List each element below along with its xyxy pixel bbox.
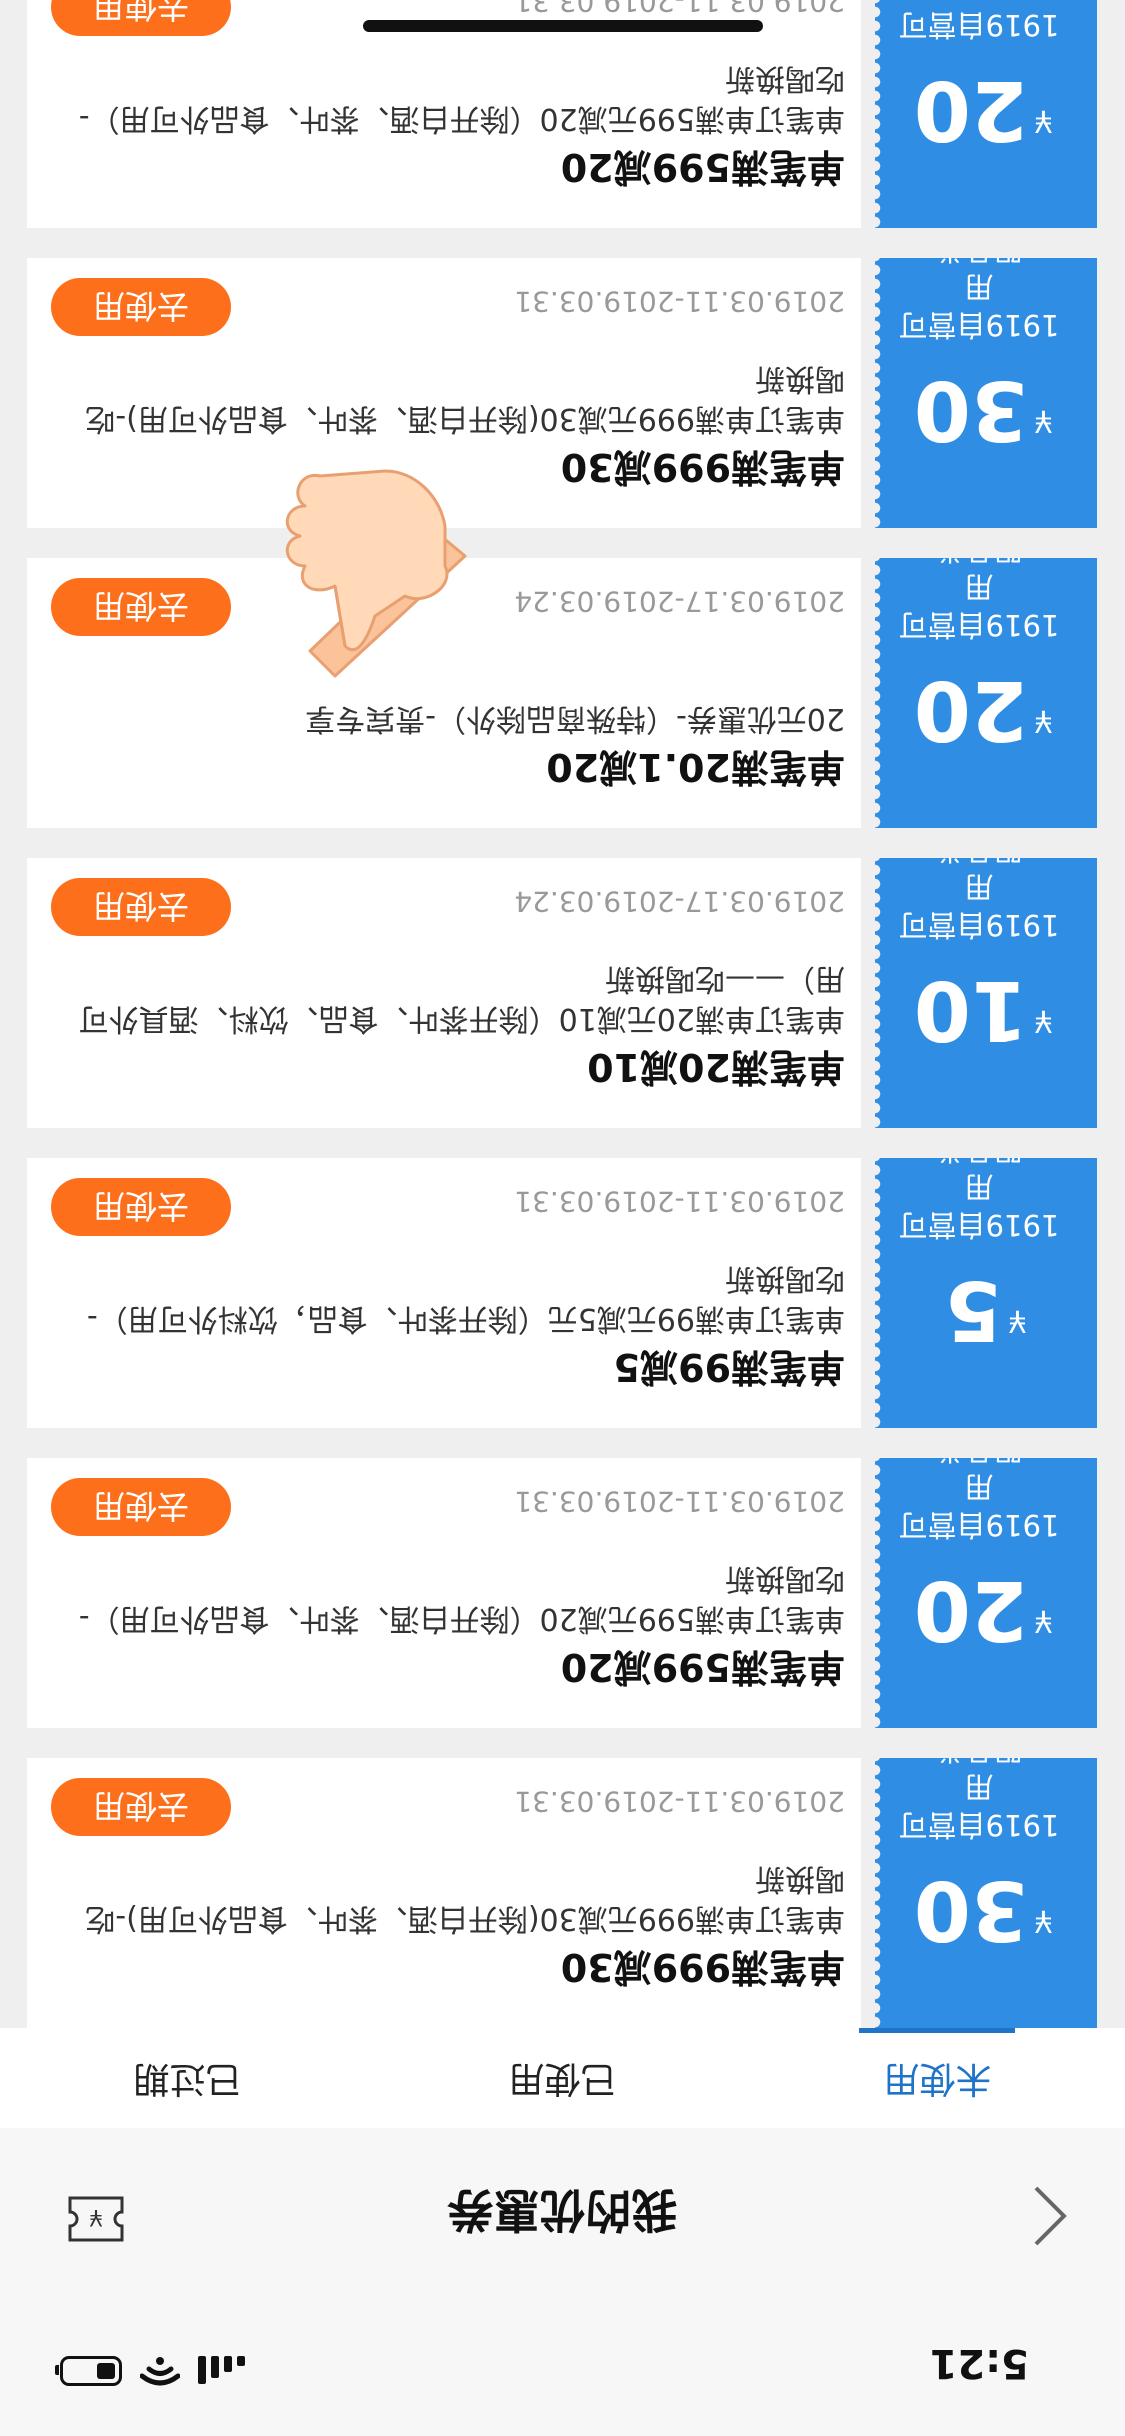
coupon-info: 单笔满599减20 单笔订单满599元减20（除开白酒、茶叶、食品外可用）-吃喝… [27, 1458, 861, 1728]
coupon-card: ¥30 1919自营可用 限品类 单笔满999减30 单笔订单满999元减30(除… [27, 1758, 1097, 2028]
coupon-scope: 1919自营可用 [898, 1770, 1060, 1842]
coupon-value-panel: ¥30 1919自营可用 限品类 [875, 1758, 1097, 2028]
coupon-value-panel: ¥20 1919自营可用 [875, 0, 1097, 228]
coupon-card: ¥20 1919自营可用 单笔满599减20 单笔订单满599元减20（除开白酒… [27, 0, 1097, 228]
coupon-info: 单笔满99减5 单笔订单满99元减5元（除开茶叶、食品，饮料外可用）-吃喝换新 … [27, 1158, 861, 1428]
coupon-category: 限品类 [889, 1158, 1069, 1168]
svg-text:¥: ¥ [89, 2204, 103, 2229]
coupon-title: 单笔满99减5 [613, 1345, 845, 1389]
coupon-category: 限品类 [889, 558, 1069, 568]
coupon-value-panel: ¥30 1919自营可用 限品类 [875, 258, 1097, 528]
status-icons [60, 2356, 245, 2386]
coupon-value-panel: ¥20 1919自营可用 限品类 [875, 558, 1097, 828]
coupon-amount: 30 [913, 362, 1028, 457]
use-coupon-button[interactable]: 去使用 [51, 1478, 231, 1536]
coupon-icon[interactable]: ¥ [66, 2192, 126, 2246]
coupon-card: ¥5 1919自营可用 限品类 单笔满99减5 单笔订单满99元减5元（除开茶叶、… [27, 1158, 1097, 1428]
coupon-info: 单笔满999减30 单笔订单满999元减30(除开白酒、茶叶、食品外可用)-吃喝… [27, 1758, 861, 2028]
coupon-amount: 30 [913, 1862, 1028, 1957]
coupon-category: 限品类 [889, 858, 1069, 868]
coupon-title: 单笔满20减10 [587, 1045, 845, 1089]
currency-symbol: ¥ [1033, 703, 1053, 738]
status-bar: 5:21 [0, 2306, 1125, 2436]
coupon-validity: 2019.03.11-2019.03.31 [514, 285, 845, 318]
coupon-card: ¥20 1919自营可用限品类 单笔满20.1减20 20元优惠券-（特殊商品除… [27, 558, 1097, 828]
coupon-value-panel: ¥10 1919自营可用 限品类 [875, 858, 1097, 1128]
tab-used[interactable]: 已使用 [375, 2028, 750, 2128]
coupon-scope: 1919自营可用 [898, 0, 1060, 42]
coupon-validity: 2019.03.11-2019.03.31 [514, 1185, 845, 1218]
screen: 5:21 我的优惠券 ¥ 未使用 已使用 已过期 ¥ 30 1919自营可用 单… [0, 0, 1125, 2436]
currency-symbol: ¥ [1033, 1003, 1053, 1038]
coupon-description: 单笔订单满599元减20（除开白酒、茶叶、食品外可用）-吃喝换新 [78, 61, 845, 136]
home-indicator [363, 20, 763, 32]
coupon-scope: 1919自营可用 [898, 1470, 1060, 1542]
currency-symbol: ¥ [1033, 403, 1053, 438]
coupon-title: 单笔满20.1减20 [546, 745, 845, 789]
currency-symbol: ¥ [1007, 1303, 1027, 1338]
tab-bar: 未使用 已使用 已过期 [0, 2028, 1125, 2128]
coupon-validity: 2019.03.17-2019.03.24 [514, 885, 845, 918]
coupon-scope: 1919自营可用 [898, 870, 1060, 942]
coupon-title: 单笔满599减20 [560, 1645, 845, 1689]
coupon-category: 限品类 [889, 258, 1069, 268]
coupon-description: 单笔订单满999元减30(除开白酒、茶叶、食品外可用)-吃喝换新 [85, 361, 845, 436]
currency-symbol: ¥ [1033, 103, 1053, 138]
coupon-title: 单笔满999减30 [560, 445, 845, 489]
cellular-signal-icon [198, 2356, 245, 2386]
coupon-title: 单笔满999减30 [560, 1945, 845, 1989]
coupon-description: 单笔订单满99元减5元（除开茶叶、食品，饮料外可用）-吃喝换新 [86, 1261, 845, 1336]
coupon-validity: 2019.03.11-2019.03.31 [514, 1785, 845, 1818]
coupon-scope: 1919自营可用 [898, 570, 1060, 642]
coupon-title: 单笔满599减20 [560, 145, 845, 189]
use-coupon-button[interactable]: 去使用 [51, 1778, 231, 1836]
coupon-value-panel: ¥20 1919自营可用 限品类 [875, 1458, 1097, 1728]
coupon-amount: 20 [913, 662, 1028, 757]
currency-symbol: ¥ [1033, 1903, 1053, 1938]
coupon-scope: 1919自营可用 [898, 270, 1060, 342]
coupon-description: 单笔订单满20元减10（除开茶叶、食品、饮料、酒具外可用）——吃喝换新 [78, 961, 845, 1036]
tab-expired[interactable]: 已过期 [0, 2028, 375, 2128]
coupon-validity: 2019.03.11-2019.03.31 [514, 0, 845, 18]
currency-symbol: ¥ [1033, 1603, 1053, 1638]
coupon-amount: 20 [913, 62, 1028, 157]
use-coupon-button[interactable]: 去使用 [51, 578, 231, 636]
coupon-category: 限品类 [889, 1758, 1069, 1768]
page-title: 我的优惠券 [447, 2183, 678, 2237]
use-coupon-button[interactable]: 去使用 [51, 0, 231, 36]
coupon-description: 单笔订单满999元减30(除开白酒、茶叶、食品外可用)-吃喝换新 [85, 1861, 845, 1936]
coupon-validity: 2019.03.11-2019.03.31 [514, 1485, 845, 1518]
coupon-card: ¥20 1919自营可用 限品类 单笔满599减20 单笔订单满599元减20（除… [27, 1458, 1097, 1728]
tab-unused[interactable]: 未使用 [750, 2028, 1125, 2128]
use-coupon-button[interactable]: 去使用 [51, 1178, 231, 1236]
status-time: 5:21 [929, 2340, 1030, 2386]
battery-icon [60, 2356, 122, 2386]
coupon-amount: 20 [913, 1562, 1028, 1657]
coupon-scope: 1919自营可用 [898, 1170, 1060, 1242]
coupon-amount: 5 [944, 1262, 1002, 1357]
use-coupon-button[interactable]: 去使用 [51, 278, 231, 336]
coupon-category: 限品类 [889, 1458, 1069, 1468]
coupon-info: 单笔满599减20 单笔订单满599元减20（除开白酒、茶叶、食品外可用）-吃喝… [27, 0, 861, 228]
coupon-description: 单笔订单满599元减20（除开白酒、茶叶、食品外可用）-吃喝换新 [78, 1561, 845, 1636]
wifi-icon [140, 2357, 180, 2386]
use-coupon-button[interactable]: 去使用 [51, 878, 231, 936]
coupon-amount: 10 [913, 962, 1028, 1057]
coupon-card: ¥30 1919自营可用 限品类 单笔满999减30 单笔订单满999元减30(除… [27, 258, 1097, 528]
pointing-hand-icon [285, 469, 467, 678]
coupon-info: 单笔满20减10 单笔订单满20元减10（除开茶叶、食品、饮料、酒具外可用）——… [27, 858, 861, 1128]
coupon-value-panel: ¥5 1919自营可用 限品类 [875, 1158, 1097, 1428]
nav-bar: 我的优惠券 ¥ [0, 2128, 1125, 2306]
coupon-card: ¥10 1919自营可用 限品类 单笔满20减10 单笔订单满20元减10（除开茶… [27, 858, 1097, 1128]
coupon-validity: 2019.03.17-2019.03.24 [514, 585, 845, 618]
